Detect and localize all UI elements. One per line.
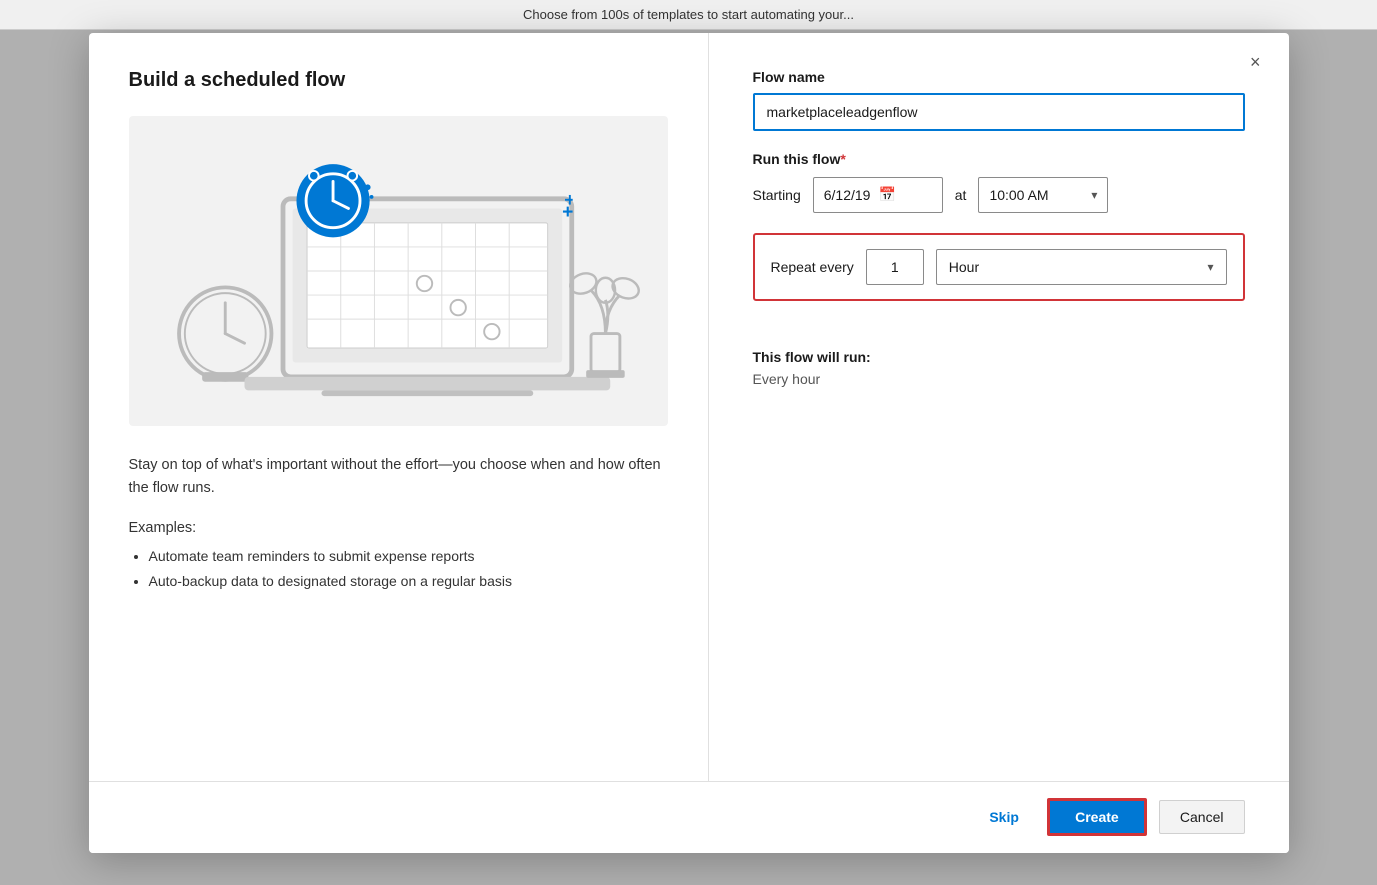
close-button[interactable]: × [1242,49,1269,75]
run-this-flow-group: Run this flow* Starting 6/12/19 📅 at 10 [753,151,1245,325]
create-button[interactable]: Create [1047,798,1147,836]
flow-will-run-title: This flow will run: [753,349,1245,365]
repeat-every-label: Repeat every [771,259,854,275]
repeat-unit-select[interactable]: Hour ▾ [936,249,1227,285]
flow-will-run-desc: Every hour [753,371,1245,387]
example-item-2: Auto-backup data to designated storage o… [149,569,668,594]
modal-left-panel: Build a scheduled flow [89,33,709,781]
example-item-1: Automate team reminders to submit expens… [149,544,668,569]
starting-row: Starting 6/12/19 📅 at 10:00 AM ▾ [753,177,1245,213]
examples-list: Automate team reminders to submit expens… [129,544,668,594]
repeat-number-input[interactable] [866,249,924,285]
flow-will-run-section: This flow will run: Every hour [753,349,1245,387]
chevron-down-icon: ▾ [1091,188,1097,202]
illustration: + [129,116,668,426]
at-label: at [955,187,967,203]
flow-name-group: Flow name [753,69,1245,131]
date-picker[interactable]: 6/12/19 📅 [813,177,943,213]
flow-name-label: Flow name [753,69,1245,85]
svg-text:+: + [562,202,573,223]
run-this-flow-label: Run this flow* [753,151,1245,167]
skip-button[interactable]: Skip [973,801,1035,833]
modal-right-panel: Flow name Run this flow* Starting 6/12/1… [709,33,1289,781]
flow-name-input[interactable] [753,93,1245,131]
calendar-icon: 📅 [878,186,895,203]
cancel-button[interactable]: Cancel [1159,800,1245,834]
modal-footer: Skip Create Cancel [89,781,1289,853]
time-value: 10:00 AM [989,187,1048,203]
examples-title: Examples: [129,520,668,536]
modal-description: Stay on top of what's important without … [129,454,668,500]
time-picker[interactable]: 10:00 AM ▾ [978,177,1108,213]
repeat-every-box: Repeat every Hour ▾ [753,233,1245,301]
modal-title: Build a scheduled flow [129,69,668,92]
starting-label: Starting [753,187,801,203]
repeat-unit-value: Hour [949,259,979,275]
modal-container: × Build a scheduled flow [89,33,1289,853]
chevron-down-icon: ▾ [1207,260,1213,274]
date-value: 6/12/19 [824,187,871,203]
